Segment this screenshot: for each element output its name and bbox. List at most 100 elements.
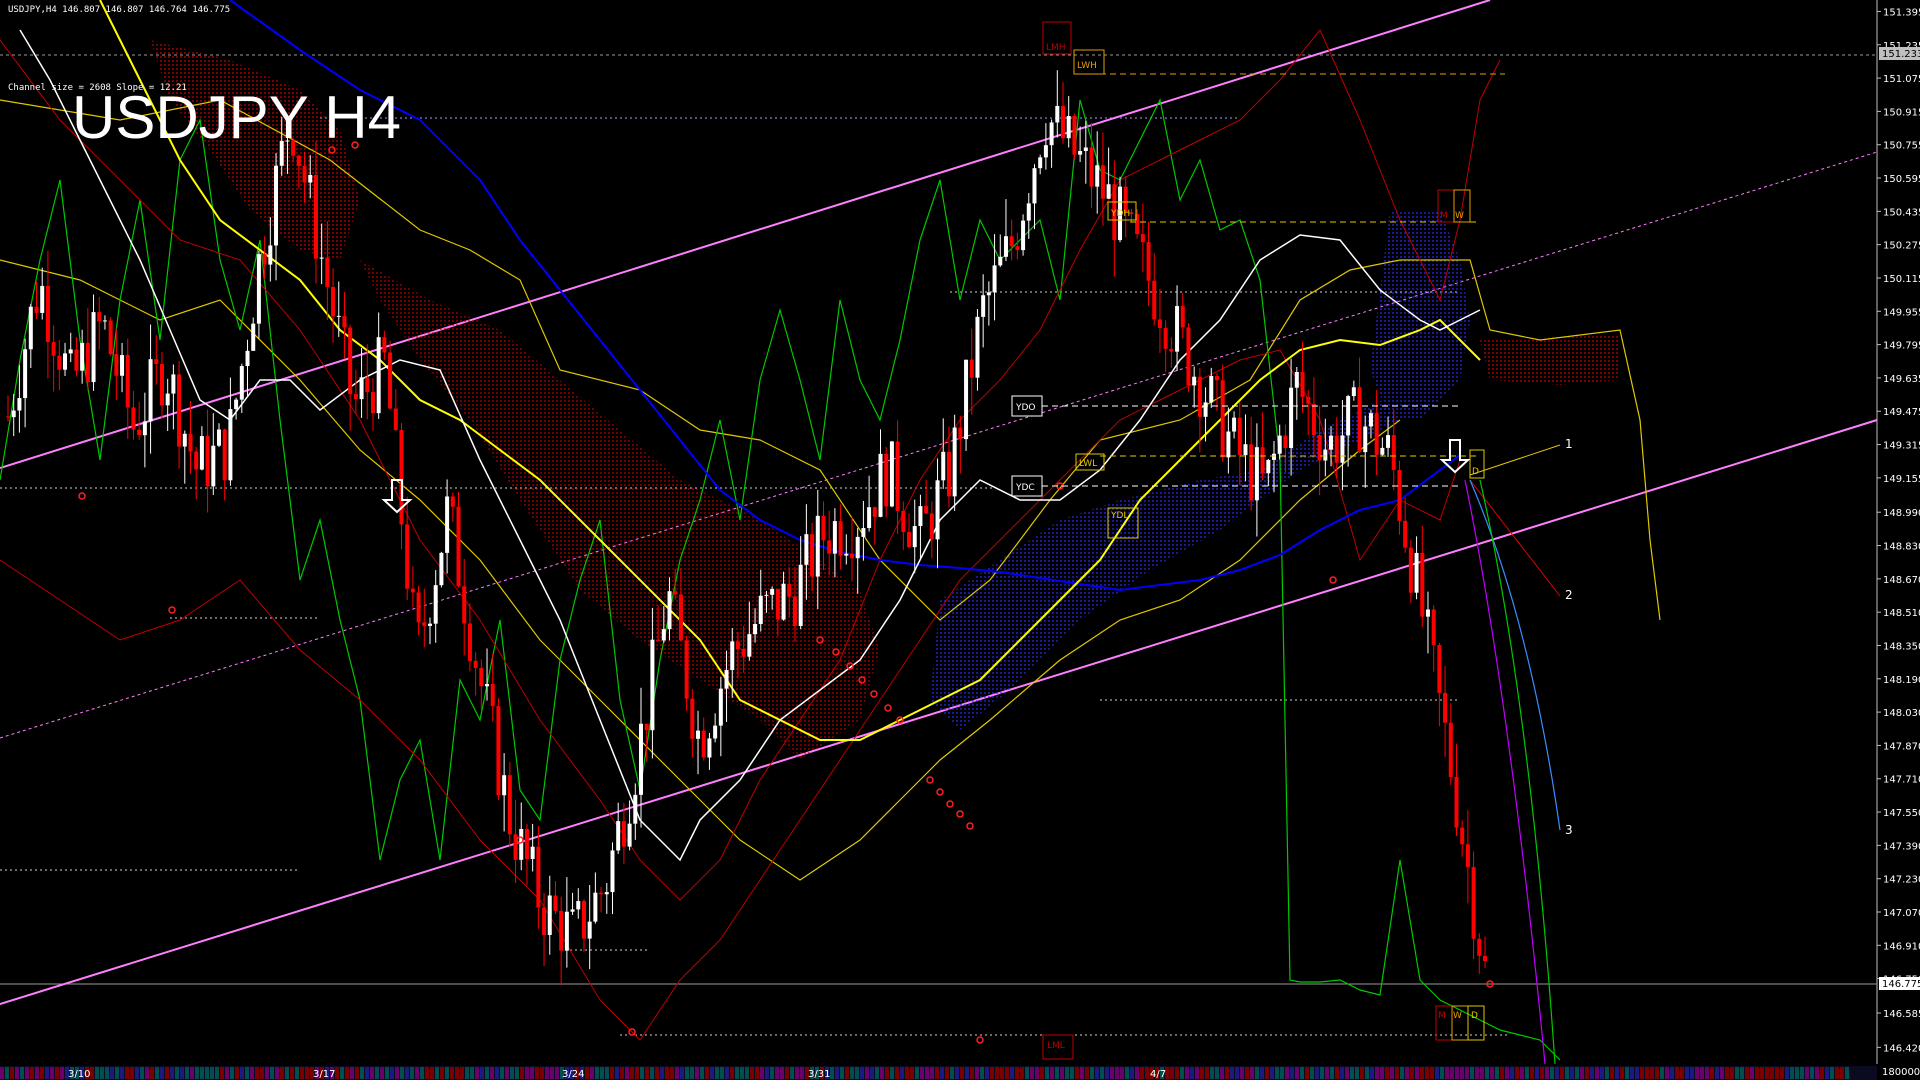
volume-bar: [1595, 1067, 1599, 1079]
volume-bar: [1605, 1067, 1609, 1079]
volume-bar: [1280, 1067, 1284, 1079]
volume-bar: [90, 1067, 94, 1079]
candle-body: [433, 585, 438, 624]
volume-bar: [590, 1067, 594, 1079]
candle-body: [97, 312, 102, 322]
candle-body: [992, 265, 997, 293]
volume-bar: [965, 1067, 969, 1079]
volume-bar: [1005, 1067, 1009, 1079]
volume-bar: [1305, 1067, 1309, 1079]
volume-bar: [340, 1067, 344, 1079]
volume-bar: [1420, 1067, 1424, 1079]
candle-body: [382, 337, 387, 353]
volume-bar: [1830, 1067, 1834, 1079]
candle-body: [388, 352, 393, 409]
candle-body: [570, 909, 575, 912]
candle-body: [644, 723, 649, 731]
tag-ydc: YDC: [1015, 483, 1035, 493]
volume-bar: [650, 1067, 654, 1079]
volume-bar: [1640, 1067, 1644, 1079]
volume-bar: [185, 1067, 189, 1079]
candle-body: [1232, 417, 1237, 432]
candle-body: [690, 698, 695, 739]
candle-body: [1289, 387, 1294, 449]
candle-body: [758, 595, 763, 624]
volume-bar: [885, 1067, 889, 1079]
volume-bar: [630, 1067, 634, 1079]
volume-bar: [505, 1067, 509, 1079]
candle-body: [393, 408, 398, 430]
candle-body: [422, 622, 427, 626]
candle-body: [1061, 105, 1065, 139]
volume-bar: [1250, 1067, 1254, 1079]
volume-bar: [1265, 1067, 1269, 1079]
y-tick-label: 150.275: [1883, 241, 1920, 252]
candle-body: [1203, 402, 1208, 417]
volume-bar: [730, 1067, 734, 1079]
volume-bar: [360, 1067, 364, 1079]
candle-body: [1283, 435, 1288, 449]
volume-bar: [655, 1067, 659, 1079]
volume-bar: [870, 1067, 874, 1079]
candle-body: [952, 427, 957, 497]
candle-body: [222, 429, 227, 481]
candle-body: [1186, 327, 1191, 386]
candle-body: [929, 513, 934, 540]
candle-body: [735, 641, 740, 649]
candle-body: [91, 312, 96, 383]
volume-bar: [370, 1067, 374, 1079]
candle-body: [1397, 469, 1402, 521]
y-tick-label: 147.070: [1883, 908, 1920, 919]
candle-body: [753, 623, 758, 635]
volume-bar: [30, 1067, 34, 1079]
candle-body: [519, 828, 524, 860]
candle-body: [125, 355, 130, 408]
volume-bar: [980, 1067, 984, 1079]
candle-body: [325, 257, 330, 287]
volume-bar: [660, 1067, 664, 1079]
volume-label: 180000: [1882, 1067, 1920, 1078]
volume-bar: [165, 1067, 169, 1079]
volume-bar: [435, 1067, 439, 1079]
candle-body: [467, 623, 472, 661]
volume-bar: [295, 1067, 299, 1079]
volume-bar: [940, 1067, 944, 1079]
volume-bar: [1510, 1067, 1514, 1079]
volume-bar: [515, 1067, 519, 1079]
volume-bar: [25, 1067, 29, 1079]
date-label-3: 3/24: [562, 1069, 584, 1080]
candle-body: [57, 355, 62, 370]
price-chart[interactable]: 1 2 3 LMH LWH YDH YDO YDC LWL YDL LML M …: [0, 0, 1920, 1080]
candle-body: [502, 775, 507, 796]
candle-body: [1351, 387, 1356, 397]
candle-body: [211, 445, 216, 487]
candle-body: [867, 507, 872, 529]
volume-bar: [1040, 1067, 1044, 1079]
tag-w-top: W: [1455, 211, 1464, 221]
candle-body: [1408, 547, 1413, 593]
volume-bar: [335, 1067, 339, 1079]
candle-body: [775, 588, 780, 620]
y-tick-label: 148.990: [1883, 508, 1920, 519]
candle-body: [496, 706, 501, 796]
candle-body: [131, 407, 136, 430]
candle-body: [1038, 157, 1043, 169]
volume-bar: [555, 1067, 559, 1079]
volume-bar: [1415, 1067, 1419, 1079]
candle-body: [530, 846, 535, 860]
candle-body: [1425, 609, 1430, 617]
volume-bar: [1020, 1067, 1024, 1079]
volume-bar: [995, 1067, 999, 1079]
volume-bar: [1090, 1067, 1094, 1079]
candle-body: [1420, 552, 1425, 617]
volume-bar: [365, 1067, 369, 1079]
y-tick-label: 150.755: [1883, 141, 1920, 152]
y-tick-label: 148.830: [1883, 542, 1920, 553]
candle-body: [485, 683, 490, 687]
candle-body: [1363, 426, 1368, 453]
candle-body: [159, 363, 164, 406]
candle-body: [308, 174, 313, 183]
volume-bar: [1385, 1067, 1389, 1079]
chart-area[interactable]: 1 2 3 LMH LWH YDH YDO YDC LWL YDL LML M …: [0, 0, 1920, 1080]
candle-body: [148, 359, 153, 422]
